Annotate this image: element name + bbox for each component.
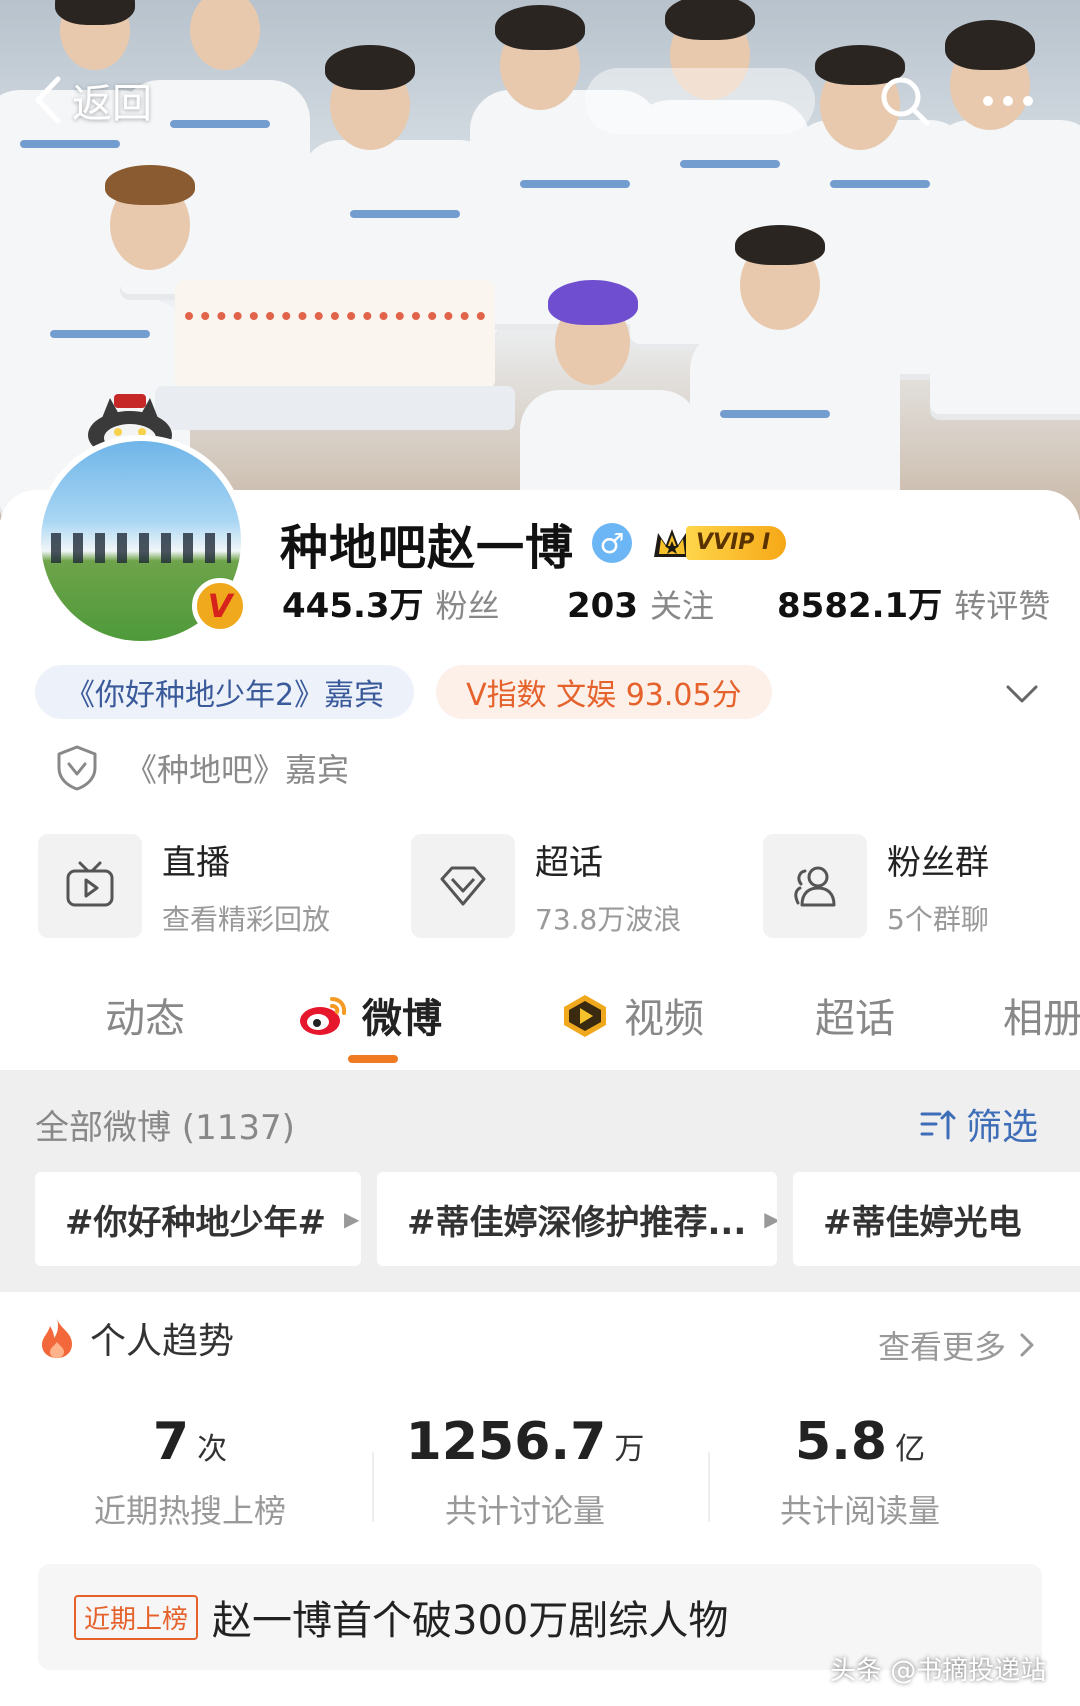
discussion-count: 1256.7 [405,1412,607,1472]
followers-stat[interactable]: 445.3万 粉丝 [282,578,567,627]
see-more-link[interactable]: 查看更多 [878,1322,1038,1368]
topic-chip-label: #蒂佳婷光电 [823,1202,1022,1243]
tab-album-label: 相册 [1003,996,1080,1042]
hot-search-caption: 近期热搜上榜 [93,1492,286,1530]
read-caption: 共计阅读量 [779,1492,940,1530]
vvip-level-label: VVIP I [686,526,787,560]
super-topic-title: 超话 [535,842,603,883]
live-feature[interactable]: 直播 查看精彩回放 [38,832,330,940]
super-topic-subtitle: 73.8万波浪 [535,902,682,936]
filter-button[interactable]: 筛选 [918,1098,1038,1150]
active-tab-indicator [348,1055,398,1063]
divider [372,1452,374,1522]
weibo-logo-icon [300,997,347,1035]
profile-name-row: 种地吧赵一博 ♂ VVIP I [280,508,787,578]
more-dots-icon [983,96,1033,106]
topic-chip[interactable]: #蒂佳婷深修护推荐... ▶ [377,1172,777,1266]
diamond-icon [440,866,486,906]
read-unit: 亿 [895,1432,926,1467]
profile-tag-row: 《你好种地少年2》嘉宾 V指数 文娱 93.05分 [35,665,772,719]
more-options-button[interactable] [975,68,1041,134]
filter-label: 筛选 [966,1107,1039,1148]
triangle-right-icon: ▶ [764,1207,777,1231]
triangle-right-icon: ▶ [343,1207,360,1231]
super-topic-feature[interactable]: 超话 73.8万波浪 [411,832,681,940]
see-more-label: 查看更多 [878,1328,1007,1366]
discussion-caption: 共计讨论量 [444,1492,605,1530]
topic-chip[interactable]: #蒂佳婷光电 [793,1172,1080,1266]
fan-group-title: 粉丝群 [887,842,989,883]
search-button[interactable] [872,68,938,134]
recent-hot-text: 赵一博首个破300万剧综人物 [212,1598,729,1644]
tab-weibo[interactable]: 微博 [298,985,442,1045]
back-button[interactable]: 返回 [30,70,152,130]
verified-v-badge: V [192,578,248,634]
tab-video[interactable]: 视频 [558,985,704,1045]
discussion-unit: 万 [614,1432,645,1467]
topic-chip-row: #你好种地少年# ▶ #蒂佳婷深修护推荐... ▶ #蒂佳婷光电 [35,1172,1080,1266]
chevron-right-icon [1020,1333,1034,1357]
tab-activity-label: 动态 [105,996,185,1042]
personal-trend-section: 个人趋势 查看更多 7次 近期热搜上榜 1256.7 万 共计讨论量 5.8 亿 共… [0,1292,1080,1706]
filter-sort-icon [920,1110,956,1140]
profile-stats: 445.3万 粉丝 203 关注 8582.1万 转评赞 [282,578,1062,634]
verification-text: 《种地吧》嘉宾 [125,751,350,789]
hot-search-count: 7 [152,1412,190,1472]
guest-tag-chip[interactable]: 《你好种地少年2》嘉宾 [35,665,415,719]
live-subtitle: 查看精彩回放 [162,902,331,936]
tab-super-topic-label: 超话 [815,996,895,1042]
back-label: 返回 [72,81,152,127]
top-navigation-bar: 返回 [0,60,1080,140]
chevron-down-icon[interactable] [1002,674,1042,714]
video-play-icon [564,995,606,1037]
flame-icon [42,1318,72,1358]
hot-search-unit: 次 [197,1432,228,1467]
watermark: 头条 @书摘投递站 [830,1656,1047,1686]
live-title: 直播 [162,842,230,883]
followers-label: 粉丝 [435,587,500,625]
profile-name: 种地吧赵一博 [280,520,575,576]
tab-weibo-label: 微博 [362,996,442,1042]
tab-super-topic[interactable]: 超话 [815,985,895,1045]
topic-chip-label: #蒂佳婷深修护推荐... [407,1202,747,1243]
weibo-filter-section: 全部微博 (1137) 筛选 #你好种地少年# ▶ #蒂佳婷深修护推荐... ▶ #… [0,1070,1080,1292]
trend-title: 个人趋势 [90,1321,235,1362]
profile-tabs: 动态 微博 视频 超话 相册 [0,975,1080,1070]
following-label: 关注 [649,587,714,625]
verification-row: 《种地吧》嘉宾 [55,740,349,796]
chevron-left-icon [35,76,61,124]
discussion-stat: 1256.7 万 共计讨论量 [375,1412,675,1532]
hot-search-stat: 7次 近期热搜上榜 [40,1412,340,1532]
fan-group-subtitle: 5个群聊 [887,902,989,936]
v-index-chip[interactable]: V指数 文娱 93.05分 [436,665,772,719]
shield-icon [57,745,97,791]
trend-header: 个人趋势 [38,1312,234,1364]
read-stat: 5.8 亿 共计阅读量 [710,1412,1010,1532]
read-count: 5.8 [794,1412,888,1472]
recent-hot-badge: 近期上榜 [74,1594,199,1640]
topic-chip-label: #你好种地少年# [65,1202,326,1243]
engagement-label: 转评赞 [954,587,1051,625]
feature-shortcuts: 直播 查看精彩回放 超话 73.8万波浪 粉丝群 5个群聊 [38,832,1080,940]
all-weibo-count: 全部微博 (1137) [35,1108,295,1148]
tv-play-icon [66,861,114,907]
group-icon [794,866,836,907]
search-bar[interactable] [585,68,815,134]
engagement-stat[interactable]: 8582.1万 转评赞 [777,578,1050,627]
engagement-count: 8582.1万 [777,586,943,626]
topic-chip[interactable]: #你好种地少年# ▶ [35,1172,361,1266]
following-stat[interactable]: 203 关注 [567,581,777,627]
following-count: 203 [567,586,638,626]
trend-stats: 7次 近期热搜上榜 1256.7 万 共计讨论量 5.8 亿 共计阅读量 [40,1412,1040,1552]
followers-count: 445.3万 [282,586,424,626]
vvip-badge[interactable]: VVIP I [650,523,787,563]
fan-group-feature[interactable]: 粉丝群 5个群聊 [763,832,989,940]
search-icon [881,77,930,126]
tab-activity[interactable]: 动态 [105,985,185,1045]
male-gender-icon: ♂ [592,523,633,563]
tab-album[interactable]: 相册 [1003,985,1080,1045]
tab-video-label: 视频 [624,996,704,1042]
